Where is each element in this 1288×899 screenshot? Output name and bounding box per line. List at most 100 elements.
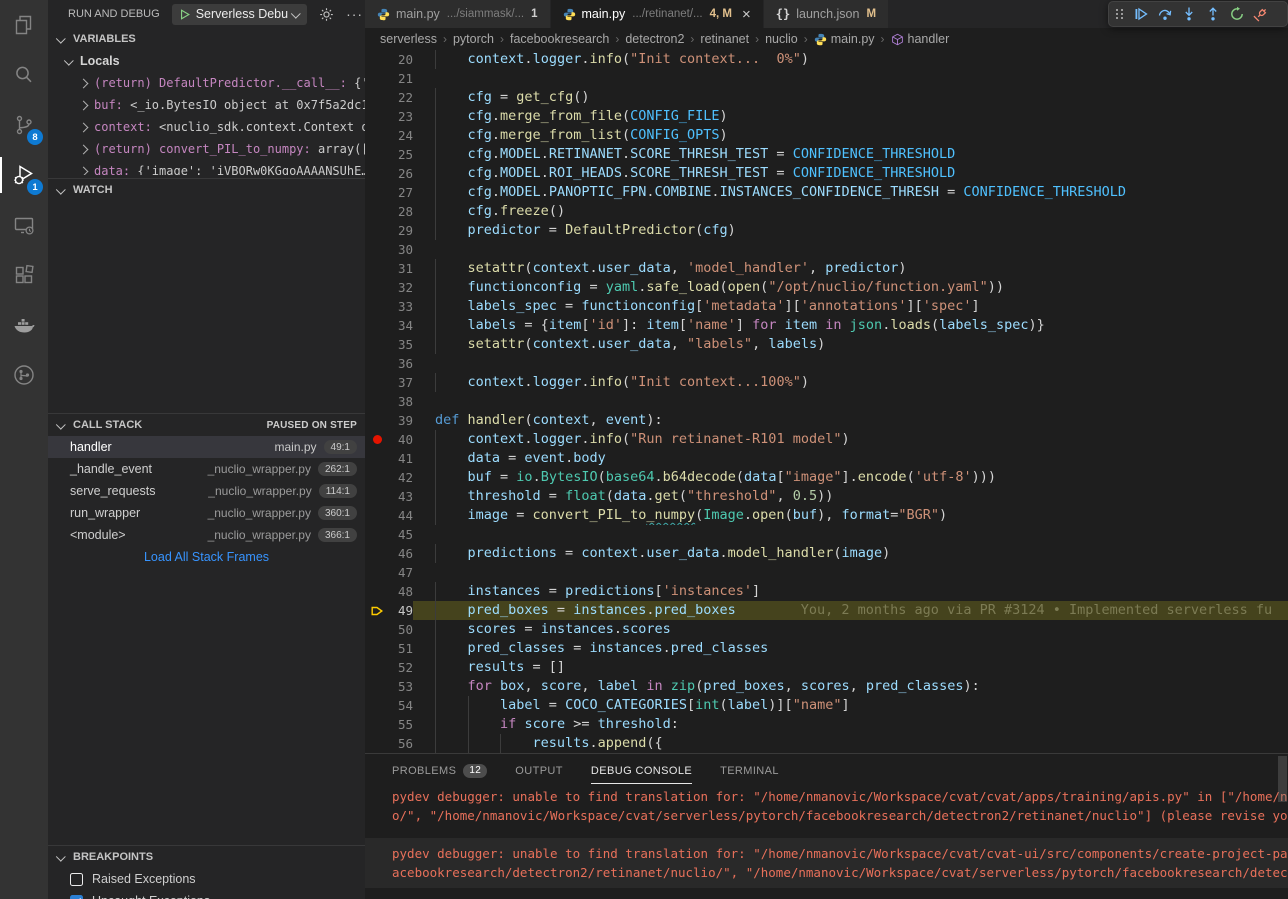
breakpoint-gutter[interactable] — [365, 145, 389, 164]
breakpoint-checkbox[interactable] — [70, 873, 83, 886]
breakpoint-gutter[interactable] — [365, 107, 389, 126]
breakpoint-gutter[interactable] — [365, 392, 389, 411]
call-stack-frame[interactable]: run_wrapper_nuclio_wrapper.py360:1 — [48, 502, 365, 524]
breakpoint-gutter[interactable] — [365, 715, 389, 734]
code-line[interactable]: 40 context.logger.info("Run retinanet-R1… — [365, 430, 1288, 449]
panel-tab-output[interactable]: OUTPUT — [515, 754, 563, 787]
breakpoint-gutter[interactable] — [365, 506, 389, 525]
breakpoint-gutter[interactable] — [365, 126, 389, 145]
code-line[interactable]: 49 pred_boxes = instances.pred_boxesYou,… — [365, 601, 1288, 620]
code-line[interactable]: 20 context.logger.info("Init context... … — [365, 50, 1288, 69]
code-line[interactable]: 30 — [365, 240, 1288, 259]
breakpoint-gutter[interactable] — [365, 240, 389, 259]
code-line[interactable]: 24 cfg.merge_from_list(CONFIG_OPTS) — [365, 126, 1288, 145]
breakpoint-gutter[interactable] — [365, 734, 389, 753]
breakpoint-gutter[interactable] — [365, 468, 389, 487]
breakpoint-gutter[interactable] — [365, 563, 389, 582]
circle-branch-button[interactable] — [0, 350, 48, 400]
code-line[interactable]: 48 instances = predictions['instances'] — [365, 582, 1288, 601]
debug-settings-button[interactable] — [319, 7, 334, 22]
breakpoints-header[interactable]: BREAKPOINTS — [48, 845, 365, 868]
variable-row[interactable]: buf: <_io.BytesIO object at 0x7f5a2dc1ec… — [48, 94, 365, 116]
breakpoint-gutter[interactable] — [365, 658, 389, 677]
code-line[interactable]: 42 buf = io.BytesIO(base64.b64decode(dat… — [365, 468, 1288, 487]
breakpoint-gutter[interactable] — [365, 677, 389, 696]
breadcrumb-item[interactable]: main.py — [814, 32, 875, 46]
console-message[interactable]: pydev debugger: unable to find translati… — [365, 838, 1288, 888]
more-actions-button[interactable]: ··· — [346, 6, 363, 22]
breakpoint-gutter[interactable] — [365, 373, 389, 392]
extensions-button[interactable] — [0, 250, 48, 300]
code-line[interactable]: 54 label = COCO_CATEGORIES[int(label)]["… — [365, 696, 1288, 715]
breadcrumb-item[interactable]: detectron2 — [625, 32, 684, 46]
continue-button[interactable] — [1129, 2, 1153, 26]
breakpoint-gutter[interactable] — [365, 620, 389, 639]
breakpoint-gutter[interactable] — [365, 183, 389, 202]
code-line[interactable]: 31 setattr(context.user_data, 'model_han… — [365, 259, 1288, 278]
call-stack-frame[interactable]: serve_requests_nuclio_wrapper.py114:1 — [48, 480, 365, 502]
code-line[interactable]: 46 predictions = context.user_data.model… — [365, 544, 1288, 563]
call-stack-frame[interactable]: <module>_nuclio_wrapper.py366:1 — [48, 524, 365, 546]
remote-explorer-button[interactable] — [0, 200, 48, 250]
breakpoint-gutter[interactable] — [365, 221, 389, 240]
code-line[interactable]: 25 cfg.MODEL.RETINANET.SCORE_THRESH_TEST… — [365, 145, 1288, 164]
code-line[interactable]: 38 — [365, 392, 1288, 411]
code-line[interactable]: 35 setattr(context.user_data, "labels", … — [365, 335, 1288, 354]
restart-button[interactable] — [1225, 2, 1249, 26]
breadcrumb-item[interactable]: handler — [891, 32, 950, 46]
breakpoint-gutter[interactable] — [365, 50, 389, 69]
code-line[interactable]: 43 threshold = float(data.get("threshold… — [365, 487, 1288, 506]
breadcrumb-item[interactable]: facebookresearch — [510, 32, 609, 46]
breakpoint-gutter[interactable] — [365, 696, 389, 715]
variable-row[interactable]: data: {'image': 'iVBORw0KGgoAAAANSUhE… — [48, 160, 365, 175]
code-line[interactable]: 34 labels = {item['id']: item['name'] fo… — [365, 316, 1288, 335]
code-line[interactable]: 33 labels_spec = functionconfig['metadat… — [365, 297, 1288, 316]
code-line[interactable]: 44 image = convert_PIL_to_numpy(Image.op… — [365, 506, 1288, 525]
locals-scope[interactable]: Locals — [48, 50, 365, 72]
code-line[interactable]: 37 context.logger.info("Init context...1… — [365, 373, 1288, 392]
close-icon[interactable]: × — [742, 7, 751, 22]
code-line[interactable]: 22 cfg = get_cfg() — [365, 88, 1288, 107]
breakpoint-gutter[interactable] — [365, 164, 389, 183]
source-control-button[interactable]: 8 — [0, 100, 48, 150]
code-line[interactable]: 41 data = event.body — [365, 449, 1288, 468]
breadcrumb-item[interactable]: retinanet — [700, 32, 749, 46]
code-line[interactable]: 28 cfg.freeze() — [365, 202, 1288, 221]
code-line[interactable]: 51 pred_classes = instances.pred_classes — [365, 639, 1288, 658]
breadcrumb-item[interactable]: nuclio — [765, 32, 798, 46]
code-line[interactable]: 39def handler(context, event): — [365, 411, 1288, 430]
breakpoint-checkbox[interactable] — [70, 895, 83, 899]
editor-tab[interactable]: {}launch.jsonM — [764, 0, 889, 28]
code-line[interactable]: 36 — [365, 354, 1288, 373]
breakpoint-gutter[interactable] — [365, 335, 389, 354]
load-all-stack-frames-link[interactable]: Load All Stack Frames — [48, 546, 365, 568]
breakpoint-gutter[interactable] — [365, 69, 389, 88]
call-stack-frame[interactable]: handlermain.py49:1 — [48, 436, 365, 458]
code-line[interactable]: 53 for box, score, label in zip(pred_box… — [365, 677, 1288, 696]
toolbar-drag-handle[interactable] — [1115, 9, 1124, 19]
step-out-button[interactable] — [1201, 2, 1225, 26]
breakpoint-gutter[interactable] — [365, 582, 389, 601]
explorer-button[interactable] — [0, 0, 48, 50]
code-line[interactable]: 27 cfg.MODEL.PANOPTIC_FPN.COMBINE.INSTAN… — [365, 183, 1288, 202]
breakpoint-gutter[interactable] — [365, 316, 389, 335]
code-line[interactable]: 32 functionconfig = yaml.safe_load(open(… — [365, 278, 1288, 297]
code-line[interactable]: 56 results.append({ — [365, 734, 1288, 753]
panel-tab-terminal[interactable]: TERMINAL — [720, 754, 779, 787]
breakpoint-gutter[interactable] — [365, 525, 389, 544]
variable-row[interactable]: (return) convert_PIL_to_numpy: array([[[… — [48, 138, 365, 160]
breakpoint-gutter[interactable] — [365, 544, 389, 563]
breadcrumb-item[interactable]: serverless — [380, 32, 437, 46]
code-line[interactable]: 26 cfg.MODEL.ROI_HEADS.SCORE_THRESH_TEST… — [365, 164, 1288, 183]
panel-tab-debug-console[interactable]: DEBUG CONSOLE — [591, 754, 692, 787]
disconnect-button[interactable] — [1249, 2, 1273, 26]
code-line[interactable]: 52 results = [] — [365, 658, 1288, 677]
run-and-debug-button[interactable]: 1 — [0, 150, 48, 200]
variable-row[interactable]: (return) DefaultPredictor.__call__: {'in… — [48, 72, 365, 94]
breakpoint-gutter[interactable] — [365, 430, 389, 449]
step-into-button[interactable] — [1177, 2, 1201, 26]
breakpoint-row[interactable]: Uncaught Exceptions — [48, 890, 365, 899]
console-message[interactable]: pydev debugger: unable to find translati… — [365, 787, 1288, 825]
breakpoint-gutter[interactable] — [365, 259, 389, 278]
code-line[interactable]: 29 predictor = DefaultPredictor(cfg) — [365, 221, 1288, 240]
